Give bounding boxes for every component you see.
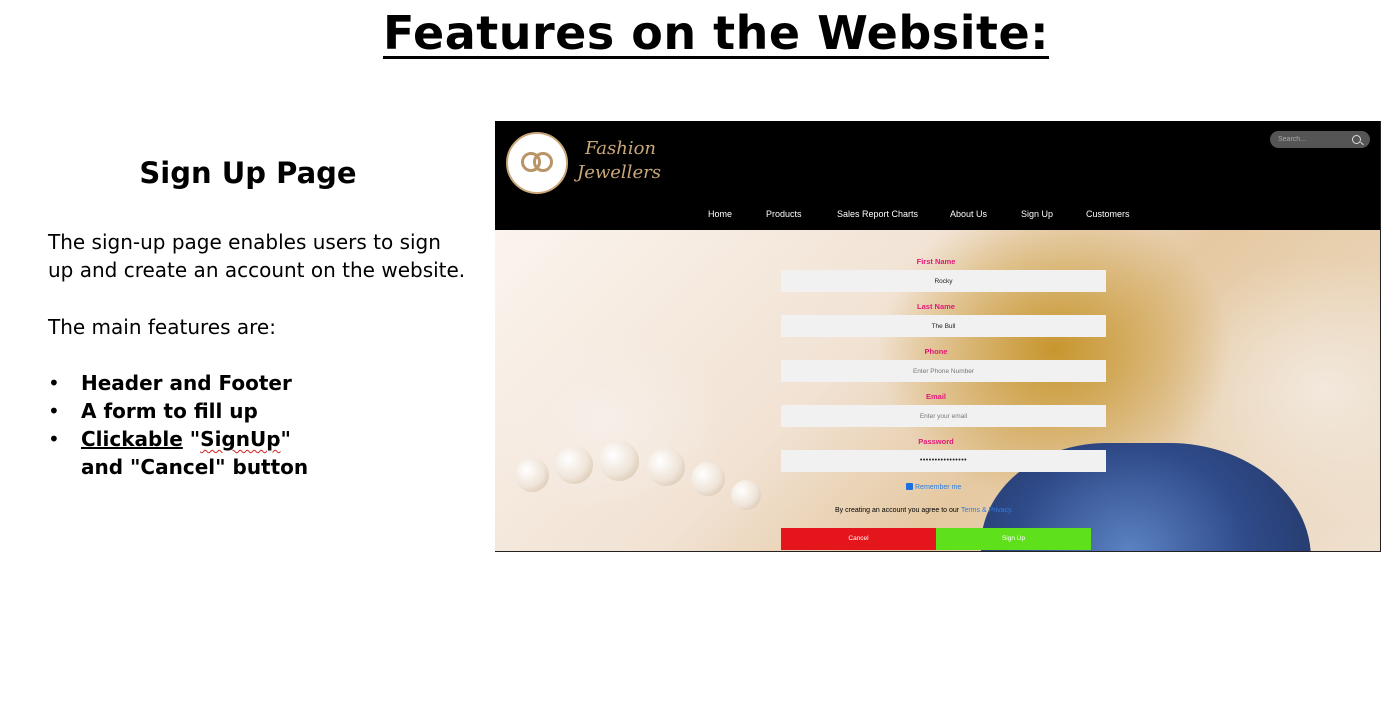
feature-list: Header and Footer A form to fill up Clic… (48, 369, 308, 481)
features-intro: The main features are: (48, 315, 276, 339)
nav-sign-up[interactable]: Sign Up (1021, 209, 1053, 219)
feature-text: A form to fill up (81, 399, 258, 423)
pearl-image (647, 448, 685, 486)
pearl-image (555, 446, 593, 484)
brand-line-1: Fashion (585, 138, 657, 159)
password-label: Password (918, 437, 954, 446)
phone-field[interactable] (781, 360, 1106, 382)
first-name-field[interactable] (781, 270, 1106, 292)
search-input[interactable] (1278, 132, 1348, 147)
nav-customers[interactable]: Customers (1086, 209, 1130, 219)
brand-line-2: Jewellers (577, 162, 661, 183)
nav-about-us[interactable]: About Us (950, 209, 987, 219)
feature-text-signup: SignUp (200, 427, 281, 451)
feature-item: Header and Footer (48, 369, 308, 397)
feature-text-cancel: and "Cancel" button (81, 455, 309, 479)
feature-text-quote: " (280, 427, 291, 451)
section-title: Sign Up Page (139, 156, 357, 190)
pearl-image (691, 462, 725, 496)
last-name-field[interactable] (781, 315, 1106, 337)
terms-link[interactable]: Terms & Privacy. (961, 507, 1013, 514)
site-header: Fashion Jewellers Home Products Sales Re… (495, 121, 1380, 230)
search-icon[interactable] (1352, 135, 1361, 144)
pearl-image (599, 441, 639, 481)
pearl-image (731, 480, 761, 510)
search-box[interactable] (1270, 131, 1370, 148)
description-paragraph: The sign-up page enables users to sign u… (48, 230, 466, 282)
remember-me-checkbox[interactable]: Remember me (906, 483, 961, 491)
remember-me-label: Remember me (915, 484, 962, 491)
rings-logo-icon[interactable] (506, 132, 568, 194)
phone-label: Phone (924, 347, 948, 356)
email-field[interactable] (781, 405, 1106, 427)
nav-products[interactable]: Products (766, 209, 802, 219)
checkbox-checked-icon[interactable] (906, 483, 913, 490)
pearl-image (515, 458, 549, 492)
nav-home[interactable]: Home (708, 209, 732, 219)
terms-text: By creating an account you agree to our (835, 507, 961, 514)
website-screenshot: Fashion Jewellers Home Products Sales Re… (495, 121, 1381, 552)
brand-name: Fashion Jewellers (577, 137, 661, 185)
nav-sales-report-charts[interactable]: Sales Report Charts (837, 209, 918, 219)
cancel-button[interactable]: Cancel (781, 528, 936, 550)
first-name-label: First Name (916, 257, 956, 266)
feature-text-clickable: Clickable (81, 427, 183, 451)
terms-notice: By creating an account you agree to our … (835, 507, 1013, 514)
feature-text-quote: " (182, 427, 201, 451)
last-name-label: Last Name (917, 302, 955, 311)
signup-button[interactable]: Sign Up (936, 528, 1091, 550)
slide-title: Features on the Website: (382, 6, 1050, 60)
feature-text: Header and Footer (81, 371, 292, 395)
feature-item: A form to fill up (48, 397, 308, 425)
email-label: Email (925, 392, 946, 401)
feature-item: Clickable "SignUp" and "Cancel" button (48, 425, 308, 481)
password-field[interactable]: •••••••••••••••• (781, 450, 1106, 472)
